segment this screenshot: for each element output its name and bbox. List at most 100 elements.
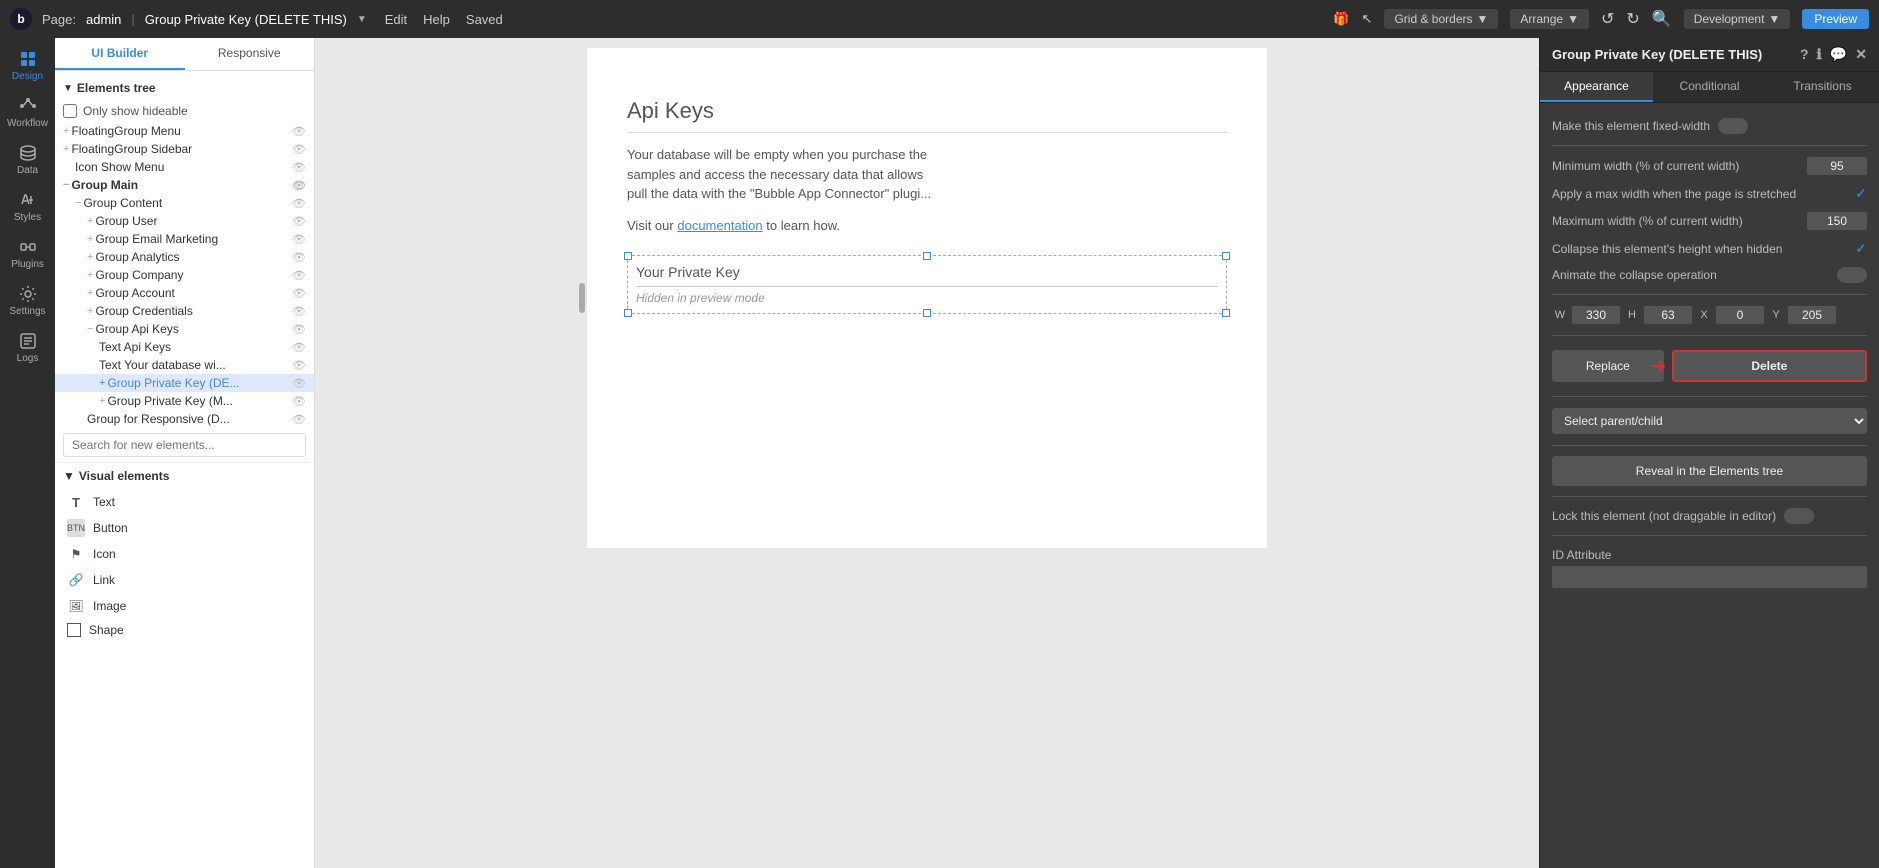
eye-icon[interactable]: 👁	[292, 143, 306, 156]
tab-ui-builder[interactable]: UI Builder	[55, 38, 185, 70]
right-panel-title: Group Private Key (DELETE THIS)	[1552, 47, 1792, 62]
replace-button[interactable]: Replace	[1552, 350, 1664, 382]
search-input[interactable]	[63, 433, 306, 457]
tree-item-group-email[interactable]: + Group Email Marketing 👁	[55, 230, 314, 248]
max-width-input[interactable]	[1807, 212, 1867, 230]
undo-icon[interactable]: ↺	[1601, 9, 1614, 29]
fixed-width-toggle[interactable]	[1718, 118, 1748, 134]
eye-icon[interactable]: 👁	[292, 161, 306, 174]
eye-icon[interactable]: 👁	[292, 215, 306, 228]
page-name[interactable]: admin	[86, 12, 121, 27]
tree-item-floating-sidebar[interactable]: + FloatingGroup Sidebar 👁	[55, 140, 314, 158]
help-circle-icon[interactable]: ?	[1800, 46, 1809, 63]
icon-icon: ⚑	[67, 545, 85, 563]
lock-toggle[interactable]	[1784, 508, 1814, 524]
grid-borders-btn[interactable]: Grid & borders▼	[1384, 9, 1498, 29]
hidden-preview-text: Hidden in preview mode	[636, 291, 1218, 305]
data-tab[interactable]: Data	[3, 137, 53, 182]
gift-icon[interactable]: 🎁	[1333, 11, 1349, 27]
info-icon[interactable]: ℹ	[1817, 46, 1822, 63]
reveal-button[interactable]: Reveal in the Elements tree	[1552, 456, 1867, 486]
logs-tab[interactable]: Logs	[3, 325, 53, 370]
min-width-label: Minimum width (% of current width)	[1552, 159, 1801, 173]
only-show-hideable-checkbox[interactable]	[63, 104, 77, 118]
tree-item-text-api-keys[interactable]: Text Api Keys 👁	[55, 338, 314, 356]
search-icon[interactable]: 🔍	[1652, 9, 1672, 29]
x-input[interactable]	[1716, 306, 1764, 324]
eye-icon[interactable]: 👁	[292, 413, 306, 426]
tab-appearance[interactable]: Appearance	[1540, 72, 1653, 102]
settings-tab[interactable]: Settings	[3, 278, 53, 323]
tab-transitions[interactable]: Transitions	[1766, 72, 1879, 102]
tree-item-text-your-db[interactable]: Text Your database wi... 👁	[55, 356, 314, 374]
tree-item-group-analytics[interactable]: + Group Analytics 👁	[55, 248, 314, 266]
edit-action[interactable]: Edit	[385, 12, 407, 27]
plugins-tab[interactable]: Plugins	[3, 231, 53, 276]
tab-responsive[interactable]: Responsive	[185, 38, 315, 70]
cursor-icon[interactable]: ↖	[1362, 11, 1373, 27]
ve-image[interactable]: 🖼 Image	[55, 593, 314, 619]
right-panel-tabs: Appearance Conditional Transitions	[1540, 72, 1879, 103]
tree-item-icon-show-menu[interactable]: Icon Show Menu 👁	[55, 158, 314, 176]
canvas-resize-handle[interactable]	[579, 283, 585, 313]
workflow-tab[interactable]: Workflow	[3, 90, 53, 135]
animate-toggle[interactable]	[1837, 267, 1867, 283]
tree-item-group-private-key-de[interactable]: + Group Private Key (DE... 👁	[55, 374, 314, 392]
eye-icon[interactable]: 👁	[292, 197, 306, 210]
arrange-btn[interactable]: Arrange▼	[1510, 9, 1589, 29]
eye-icon[interactable]: 👁	[292, 341, 306, 354]
ve-link[interactable]: 🔗 Link	[55, 567, 314, 593]
private-key-label: Your Private Key	[636, 264, 1218, 280]
help-action[interactable]: Help	[423, 12, 450, 27]
tree-item-group-account[interactable]: + Group Account 👁	[55, 284, 314, 302]
collapse-check[interactable]: ✓	[1855, 240, 1867, 257]
lock-row: Lock this element (not draggable in edit…	[1552, 503, 1867, 529]
document-name[interactable]: Group Private Key (DELETE THIS)	[145, 12, 347, 27]
tree-item-group-private-key-m[interactable]: + Group Private Key (M... 👁	[55, 392, 314, 410]
documentation-link[interactable]: documentation	[677, 218, 762, 233]
main-canvas[interactable]: Api Keys Your database will be empty whe…	[315, 38, 1539, 868]
tree-item-group-content[interactable]: − Group Content 👁	[55, 194, 314, 212]
tree-item-group-api-keys[interactable]: − Group Api Keys 👁	[55, 320, 314, 338]
ve-button[interactable]: BTN Button	[55, 515, 314, 541]
eye-icon[interactable]: 👁	[292, 323, 306, 336]
close-icon[interactable]: ✕	[1855, 46, 1867, 63]
selected-group-private-key[interactable]: Your Private Key Hidden in preview mode	[627, 255, 1227, 314]
redo-icon[interactable]: ↻	[1626, 9, 1639, 29]
eye-icon[interactable]: 👁	[292, 179, 306, 192]
id-attribute-input[interactable]	[1552, 566, 1867, 588]
tree-item-group-credentials[interactable]: + Group Credentials 👁	[55, 302, 314, 320]
eye-icon[interactable]: 👁	[292, 125, 306, 138]
comment-icon[interactable]: 💬	[1830, 46, 1847, 63]
ve-text[interactable]: T Text	[55, 489, 314, 515]
eye-icon[interactable]: 👁	[292, 233, 306, 246]
selection-handle-tm	[923, 252, 931, 260]
design-tab[interactable]: Design	[3, 43, 53, 88]
min-width-input[interactable]	[1807, 157, 1867, 175]
document-arrow[interactable]: ▼	[357, 14, 367, 25]
tree-item-group-company[interactable]: + Group Company 👁	[55, 266, 314, 284]
y-input[interactable]	[1788, 306, 1836, 324]
preview-btn[interactable]: Preview	[1802, 9, 1869, 29]
tree-item-group-user[interactable]: + Group User 👁	[55, 212, 314, 230]
ve-shape[interactable]: Shape	[55, 619, 314, 641]
delete-button[interactable]: Delete	[1672, 350, 1867, 382]
select-parent-dropdown[interactable]: Select parent/child	[1552, 408, 1867, 434]
eye-icon[interactable]: 👁	[292, 305, 306, 318]
w-input[interactable]	[1572, 306, 1620, 324]
tab-conditional[interactable]: Conditional	[1653, 72, 1766, 102]
eye-icon[interactable]: 👁	[292, 287, 306, 300]
styles-tab[interactable]: Styles	[3, 184, 53, 229]
h-input[interactable]	[1644, 306, 1692, 324]
eye-icon[interactable]: 👁	[292, 395, 306, 408]
ve-icon[interactable]: ⚑ Icon	[55, 541, 314, 567]
eye-icon[interactable]: 👁	[292, 359, 306, 372]
tree-item-floating-menu[interactable]: + FloatingGroup Menu 👁	[55, 122, 314, 140]
eye-icon[interactable]: 👁	[292, 251, 306, 264]
tree-item-group-main[interactable]: − Group Main 👁	[55, 176, 314, 194]
max-width-check[interactable]: ✓	[1855, 185, 1867, 202]
eye-icon[interactable]: 👁	[292, 269, 306, 282]
tree-item-group-responsive[interactable]: Group for Responsive (D... 👁	[55, 410, 314, 428]
eye-icon[interactable]: 👁	[292, 377, 306, 390]
mode-btn[interactable]: Development▼	[1684, 9, 1791, 29]
